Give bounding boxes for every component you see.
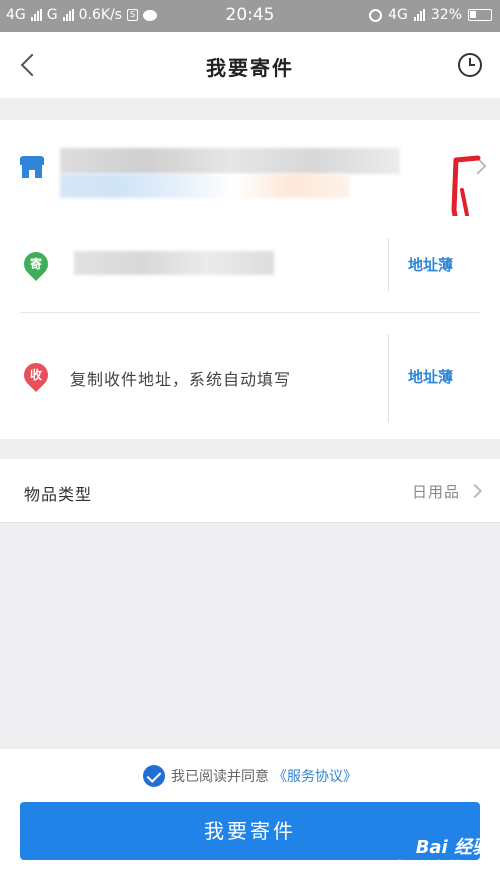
goods-type-label: 物品类型 [24,485,93,504]
bottom-panel: 我已阅读并同意 《服务协议》 我要寄件 Bai 经验 jingyan.baidu.… [0,749,500,889]
chevron-right-icon [467,483,483,499]
watermark-brand: Bai 经验 [415,837,490,858]
agreement-row: 我已阅读并同意 《服务协议》 [0,765,500,787]
divider [388,334,389,422]
agreement-text: 我已阅读并同意 [171,769,269,785]
battery-level: 32% [430,7,462,23]
divider [20,312,480,313]
goods-type-row[interactable]: 物品类型 日用品 [0,459,500,523]
alarm-icon [369,8,383,22]
status-bar: 4G G 0.6K/s S 20:45 4G 32% [0,0,500,32]
blurred-sender-info[interactable] [74,251,274,275]
receiver-pin-icon: 收 [19,358,53,392]
address-card [0,216,500,439]
goods-type-value: 日用品 [411,483,460,501]
service-agreement-link[interactable]: 《服务协议》 [273,769,357,785]
baidu-watermark: Bai 经验 jingyan.baidu.com [380,833,490,877]
store-icon [20,156,44,178]
signal-icon-3 [413,9,425,21]
blurred-store-name [60,148,400,174]
blurred-store-detail [60,174,350,198]
receiver-address-book-button[interactable]: 地址薄 [408,366,453,387]
watermark-url: jingyan.baidu.com [397,859,490,870]
battery-icon [468,9,492,21]
network-type-3: 4G [388,7,408,23]
sender-pin-icon: 寄 [19,247,53,281]
sender-address-book-button[interactable]: 地址薄 [408,254,453,275]
page-title: 我要寄件 [206,56,294,80]
clock-icon[interactable] [458,53,482,77]
divider [388,238,389,292]
agree-checkbox[interactable] [143,765,165,787]
status-right: 4G 32% [369,7,492,23]
nav-bar: 我要寄件 [0,32,500,98]
receiver-address-input[interactable]: 复制收件地址，系统自动填写 [70,366,291,390]
